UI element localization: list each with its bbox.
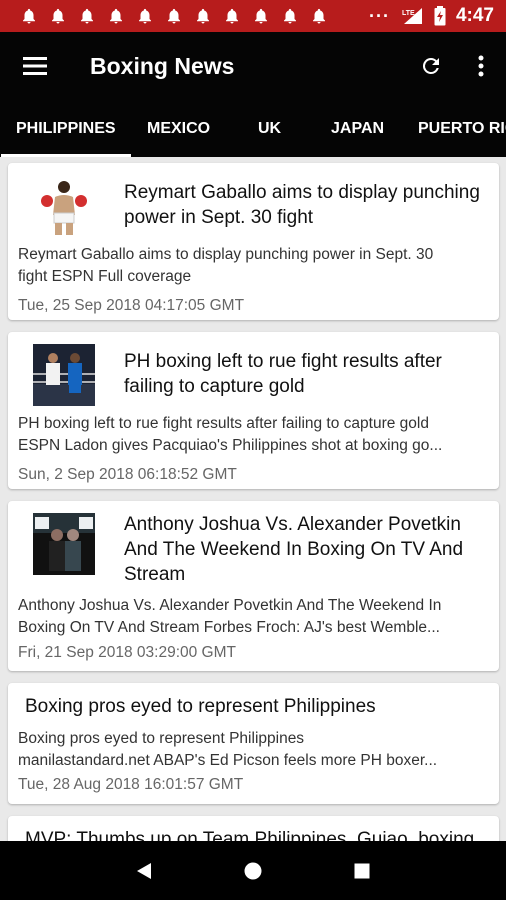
news-card-title[interactable]: Reymart Gaballo aims to display punching…: [124, 180, 485, 230]
news-card-date: Tue, 28 Aug 2018 16:01:57 GMT: [18, 776, 244, 793]
clock: 4:47: [455, 5, 494, 26]
tab-mexico[interactable]: MEXICO: [147, 100, 210, 157]
bell-icon: [168, 8, 180, 24]
news-card-description: Anthony Joshua Vs. Alexander Povetkin An…: [18, 597, 442, 636]
bell-icon: [197, 8, 209, 24]
more-vert-icon: [478, 55, 484, 77]
hamburger-menu-icon: [23, 57, 47, 75]
bell-icon: [255, 8, 267, 24]
news-card-date: Tue, 25 Sep 2018 04:17:05 GMT: [18, 297, 245, 314]
news-card-title[interactable]: PH boxing left to rue fight results afte…: [124, 349, 485, 399]
bell-icon: [226, 8, 238, 24]
recents-button[interactable]: [342, 851, 382, 891]
tab-philippines[interactable]: PHILIPPINES: [1, 100, 131, 157]
news-card[interactable]: Boxing pros eyed to represent Philippine…: [8, 683, 499, 804]
bell-icon: [313, 8, 325, 24]
bell-icon: [284, 8, 296, 24]
battery-icon: [434, 6, 446, 26]
news-card[interactable]: Reymart Gaballo aims to display punching…: [8, 163, 499, 320]
menu-button[interactable]: [0, 32, 70, 100]
boxing-ring-thumbnail: [33, 344, 95, 406]
bell-icon: [23, 8, 35, 24]
home-button[interactable]: [233, 851, 273, 891]
news-card-title[interactable]: Boxing pros eyed to represent Philippine…: [25, 694, 485, 719]
news-card-description: Boxing pros eyed to represent Philippine…: [18, 730, 438, 769]
bell-icon: [81, 8, 93, 24]
news-card-description: PH boxing left to rue fight results afte…: [18, 415, 443, 454]
back-triangle-icon: [137, 862, 152, 879]
bell-icon: [139, 8, 151, 24]
boxer-thumbnail: [33, 175, 95, 237]
notification-icons: [20, 7, 328, 25]
news-card[interactable]: Anthony Joshua Vs. Alexander Povetkin An…: [8, 501, 499, 671]
bell-icon: [52, 8, 64, 24]
news-feed: Reymart Gaballo aims to display punching…: [0, 157, 506, 841]
back-button[interactable]: [124, 851, 164, 891]
recents-square-icon: [354, 863, 370, 878]
press-conference-thumbnail: [33, 513, 95, 575]
news-card-title[interactable]: Anthony Joshua Vs. Alexander Povetkin An…: [124, 512, 485, 587]
bell-icon: [110, 8, 122, 24]
news-card-title[interactable]: MVP: Thumbs up on Team Philippines, Guia…: [25, 827, 485, 841]
more-notifications-icon: ···: [368, 5, 390, 26]
news-card-description: Reymart Gaballo aims to display punching…: [18, 246, 434, 285]
country-tabs: PHILIPPINES MEXICO UK JAPAN PUERTO RICO: [0, 100, 506, 157]
system-nav-bar: [0, 841, 506, 900]
status-bar: ··· LTE 4:47: [0, 0, 506, 32]
tab-japan[interactable]: JAPAN: [331, 100, 384, 157]
tab-puerto-rico[interactable]: PUERTO RICO: [418, 100, 506, 157]
svg-text:LTE: LTE: [402, 10, 415, 17]
refresh-button[interactable]: [406, 32, 456, 100]
lte-signal-icon: LTE: [400, 6, 424, 26]
app-bar: Boxing News: [0, 32, 506, 100]
news-card[interactable]: PH boxing left to rue fight results afte…: [8, 332, 499, 489]
news-card[interactable]: MVP: Thumbs up on Team Philippines, Guia…: [8, 816, 499, 841]
tab-uk[interactable]: UK: [258, 100, 281, 157]
app-title: Boxing News: [90, 52, 235, 79]
home-circle-icon: [244, 862, 262, 879]
refresh-icon: [422, 57, 439, 74]
news-card-date: Sun, 2 Sep 2018 06:18:52 GMT: [18, 466, 237, 483]
more-options-button[interactable]: [456, 32, 506, 100]
news-card-date: Fri, 21 Sep 2018 03:29:00 GMT: [18, 644, 236, 661]
